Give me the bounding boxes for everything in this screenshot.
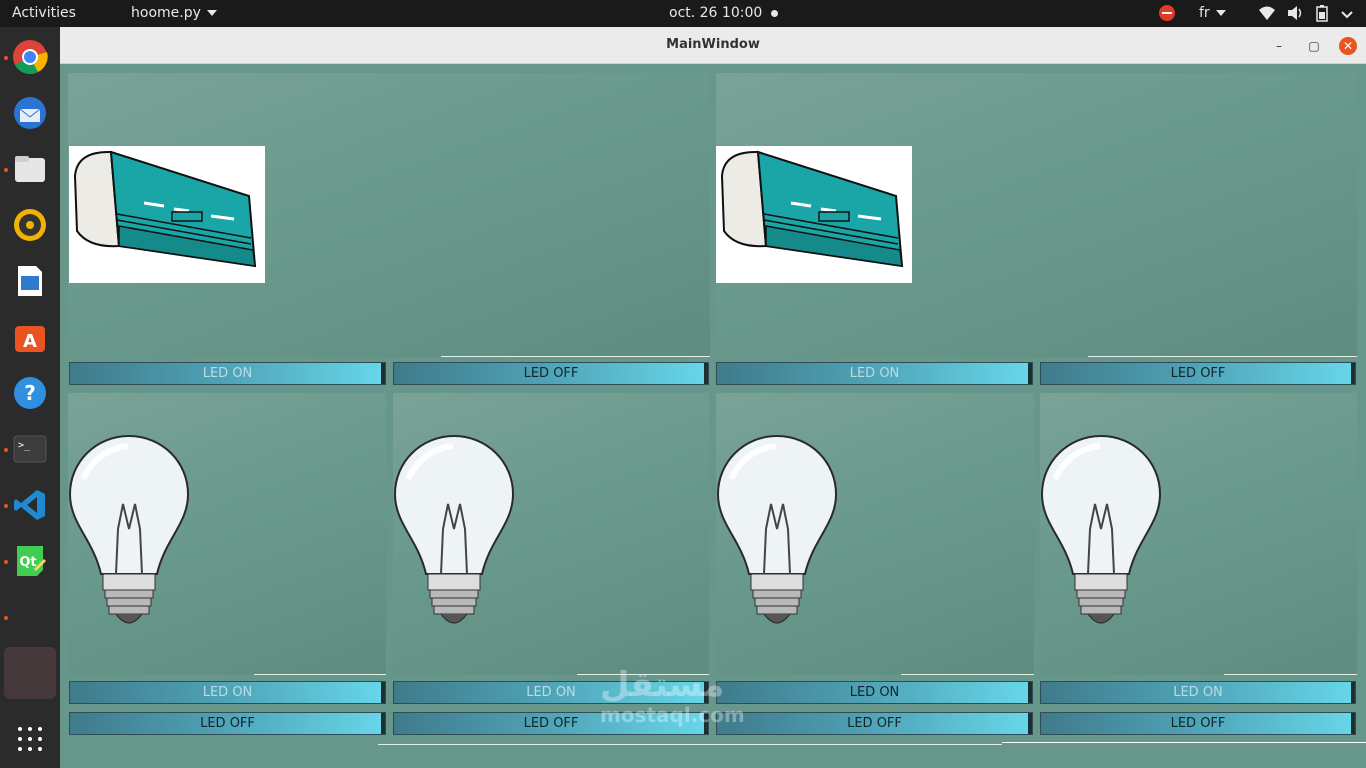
running-indicator (4, 168, 8, 172)
light-bulb-image (68, 434, 190, 624)
terminal-icon[interactable]: >_ (10, 429, 50, 469)
maximize-button[interactable]: ▢ (1305, 37, 1323, 55)
lamp-panel (1040, 393, 1357, 675)
svg-text:A: A (23, 331, 37, 352)
lamp-panel (393, 393, 709, 675)
lamp-panel (716, 393, 1034, 675)
chevron-down-icon (206, 10, 217, 16)
running-indicator (4, 616, 8, 620)
ac2-led-on-button[interactable]: LED ON (716, 362, 1033, 385)
activities-button[interactable]: Activities (12, 5, 76, 21)
panel-underline (1224, 674, 1357, 675)
minimize-button[interactable]: – (1270, 37, 1288, 55)
air-conditioner-image (69, 146, 265, 283)
top-bar: Activities hoome.py oct. 26 10:00 fr (0, 0, 1366, 27)
ac-panel (68, 73, 710, 357)
lamp3-led-off-button[interactable]: LED OFF (716, 712, 1033, 735)
svg-text:>_: >_ (18, 440, 31, 451)
rhythmbox-icon[interactable] (10, 205, 50, 245)
language-menu[interactable]: fr (1199, 5, 1226, 21)
panel-underline (254, 674, 386, 675)
lamp1-led-on-button[interactable]: LED ON (69, 681, 386, 704)
panel-underline (441, 356, 710, 357)
svg-text:Qt: Qt (19, 555, 36, 570)
panel-underline (1088, 356, 1357, 357)
ac1-led-on-button[interactable]: LED ON (69, 362, 386, 385)
clock[interactable]: oct. 26 10:00 (669, 5, 762, 21)
chevron-down-icon (1215, 10, 1226, 16)
ac2-led-off-button[interactable]: LED OFF (1040, 362, 1356, 385)
app-name: hoome.py (131, 5, 201, 21)
main-window: MainWindow – ▢ ✕ LED ON LED OFF LED ON L… (60, 27, 1366, 768)
light-bulb-image (393, 434, 515, 624)
running-indicator (4, 504, 8, 508)
chrome-icon[interactable] (10, 37, 50, 77)
dock: A ? >_ Qt (0, 27, 60, 768)
light-bulb-image (716, 434, 838, 624)
do-not-disturb-icon[interactable] (1159, 5, 1175, 21)
vscode-icon[interactable] (10, 485, 50, 525)
power-menu-icon[interactable] (1340, 5, 1354, 21)
app-menu[interactable]: hoome.py (131, 5, 217, 21)
window-title: MainWindow (666, 37, 760, 52)
svg-text:?: ? (24, 381, 36, 405)
writer-icon[interactable] (10, 261, 50, 301)
panel-underline (901, 674, 1034, 675)
ac1-led-off-button[interactable]: LED OFF (393, 362, 709, 385)
volume-icon[interactable] (1286, 5, 1304, 21)
software-icon[interactable]: A (10, 317, 50, 357)
running-indicator (4, 560, 8, 564)
bottom-divider (1002, 742, 1366, 743)
lamp4-led-off-button[interactable]: LED OFF (1040, 712, 1356, 735)
window-titlebar[interactable]: MainWindow – ▢ ✕ (60, 27, 1366, 64)
lamp1-led-off-button[interactable]: LED OFF (69, 712, 386, 735)
files-icon[interactable] (10, 149, 50, 189)
help-icon[interactable]: ? (10, 373, 50, 413)
battery-icon[interactable] (1316, 5, 1328, 22)
lamp3-led-on-button[interactable]: LED ON (716, 681, 1033, 704)
show-applications-icon[interactable] (18, 727, 42, 751)
air-conditioner-image (716, 146, 912, 283)
language-label: fr (1199, 5, 1210, 21)
qtcreator-icon[interactable]: Qt (10, 541, 50, 581)
notification-dot-icon (771, 10, 778, 17)
wifi-icon[interactable] (1258, 5, 1276, 21)
watermark-latin: mostaql.com (600, 703, 745, 727)
thunderbird-icon[interactable] (10, 93, 50, 133)
active-window-slot[interactable] (4, 647, 56, 699)
running-indicator (4, 56, 8, 60)
running-indicator (4, 448, 8, 452)
lamp-panel (68, 393, 386, 675)
ac-panel (716, 73, 1357, 357)
watermark-arabic: مستقل (600, 665, 725, 705)
light-bulb-image (1040, 434, 1162, 624)
watermark: مستقل mostaql.com (600, 667, 745, 727)
close-button[interactable]: ✕ (1339, 37, 1357, 55)
lamp4-led-on-button[interactable]: LED ON (1040, 681, 1356, 704)
bottom-divider (378, 744, 1002, 745)
